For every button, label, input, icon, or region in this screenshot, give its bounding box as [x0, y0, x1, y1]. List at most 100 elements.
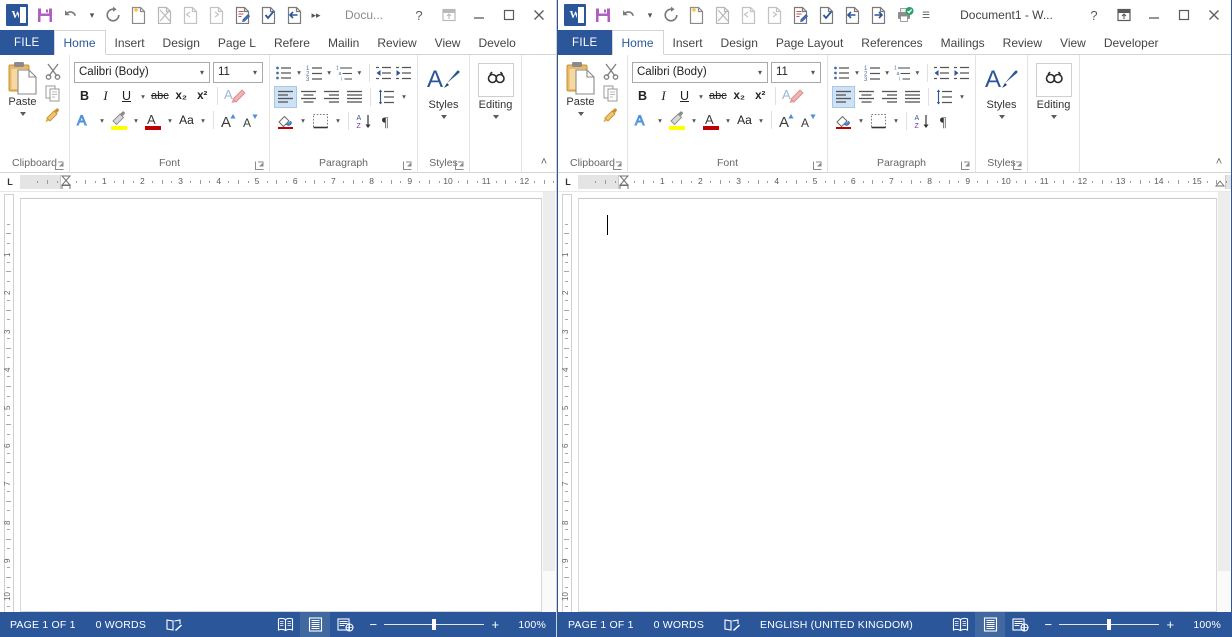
paste-dropdown-icon[interactable]: [19, 112, 26, 116]
text-highlight-button[interactable]: [108, 109, 130, 131]
bullets-button[interactable]: [274, 62, 294, 84]
align-left-button[interactable]: [274, 85, 297, 108]
web-layout-icon[interactable]: [1005, 612, 1035, 637]
text-highlight-button[interactable]: [666, 109, 688, 131]
underline-dropdown-icon[interactable]: ▾: [695, 85, 707, 107]
text-effects-button[interactable]: A: [632, 109, 654, 131]
print-layout-icon[interactable]: [300, 612, 331, 637]
tab-mailings[interactable]: Mailings: [932, 30, 994, 55]
change-case-button[interactable]: Aa: [176, 109, 197, 131]
font-size-input[interactable]: 11 ▾: [213, 61, 263, 83]
decrease-indent-button[interactable]: [931, 62, 951, 84]
shrink-font-button[interactable]: A: [240, 109, 262, 131]
close-icon[interactable]: [1199, 1, 1229, 29]
font-dialog-launcher[interactable]: [812, 160, 823, 171]
clear-formatting-button[interactable]: A: [222, 85, 248, 107]
qat-undo-typing-icon[interactable]: [736, 3, 762, 27]
vertical-scrollbar[interactable]: [1217, 192, 1231, 612]
collapse-ribbon-button[interactable]: ˄: [1211, 154, 1227, 170]
qat-undo-icon[interactable]: [58, 3, 84, 27]
bold-button[interactable]: B: [632, 85, 653, 107]
underline-dropdown-icon[interactable]: ▾: [137, 85, 149, 107]
editing-dropdown-icon[interactable]: [492, 115, 499, 119]
qat-export-icon[interactable]: [866, 3, 892, 27]
tab-references[interactable]: References: [852, 30, 931, 55]
underline-button[interactable]: U: [116, 85, 137, 107]
sort-button[interactable]: AZ: [353, 110, 376, 132]
zoom-slider-track[interactable]: [384, 619, 485, 630]
align-right-button[interactable]: [878, 86, 901, 108]
increase-indent-button[interactable]: [393, 62, 413, 84]
zoom-out-button[interactable]: −: [368, 617, 378, 632]
document-page[interactable]: [578, 198, 1217, 612]
shading-button[interactable]: [274, 110, 297, 132]
paste-button[interactable]: Paste: [562, 59, 599, 155]
numbering-dropdown-icon[interactable]: ▾: [324, 62, 334, 84]
borders-button[interactable]: [867, 110, 890, 132]
bold-button[interactable]: B: [74, 85, 95, 107]
font-size-dropdown-icon[interactable]: ▾: [806, 63, 820, 82]
maximize-restore-icon[interactable]: [494, 1, 524, 29]
qat-redo-icon[interactable]: [658, 3, 684, 27]
styles-button[interactable]: A Styles: [422, 59, 465, 155]
shading-dropdown-icon[interactable]: ▾: [855, 110, 867, 132]
horizontal-ruler[interactable]: 1 2 3 4 5 6 7 8 9 10 11 12 13 14 15: [578, 175, 1231, 189]
qat-cut-icon[interactable]: [710, 3, 736, 27]
vertical-ruler[interactable]: 1 2 3 4 5 6 7 8 9 10: [558, 192, 576, 612]
scrollbar-thumb[interactable]: [543, 192, 555, 572]
ribbon-display-options-icon[interactable]: [1109, 1, 1139, 29]
line-spacing-button[interactable]: [375, 86, 398, 108]
font-color-dropdown-icon[interactable]: ▾: [164, 109, 176, 131]
tab-review[interactable]: Review: [994, 30, 1051, 55]
grow-font-button[interactable]: A: [776, 109, 798, 131]
underline-button[interactable]: U: [674, 85, 695, 107]
format-painter-button[interactable]: [599, 105, 623, 125]
indent-marker-left[interactable]: [60, 175, 72, 189]
qat-overflow-icon[interactable]: ☰: [918, 3, 934, 27]
qat-import-icon[interactable]: [282, 3, 308, 27]
word-count[interactable]: 0 WORDS: [644, 612, 714, 637]
styles-dialog-launcher[interactable]: [454, 160, 465, 171]
qat-redo-typing-icon[interactable]: [762, 3, 788, 27]
tab-design[interactable]: Design: [154, 30, 209, 55]
font-name-dropdown-icon[interactable]: ▾: [753, 63, 767, 82]
multilevel-list-button[interactable]: 1ai: [892, 62, 912, 84]
bullets-dropdown-icon[interactable]: ▾: [294, 62, 304, 84]
read-mode-icon[interactable]: [945, 612, 975, 637]
tab-stop-selector[interactable]: L: [0, 173, 20, 192]
text-highlight-dropdown-icon[interactable]: ▾: [688, 109, 700, 131]
undo-dropdown-icon[interactable]: ▾: [84, 3, 100, 27]
shading-button[interactable]: [832, 110, 855, 132]
indent-marker-left[interactable]: [618, 175, 630, 189]
line-spacing-dropdown-icon[interactable]: ▾: [956, 86, 968, 108]
page-indicator[interactable]: PAGE 1 OF 1: [0, 612, 86, 637]
zoom-percentage[interactable]: 100%: [508, 612, 556, 637]
show-formatting-marks-button[interactable]: ¶: [934, 110, 957, 132]
tab-insert[interactable]: Insert: [664, 30, 712, 55]
help-icon[interactable]: ?: [404, 1, 434, 29]
cut-button[interactable]: [599, 61, 623, 81]
editing-button[interactable]: Editing: [474, 59, 517, 155]
read-mode-icon[interactable]: [270, 612, 300, 637]
close-icon[interactable]: [524, 1, 554, 29]
qat-new-document-icon[interactable]: [126, 3, 152, 27]
text-highlight-dropdown-icon[interactable]: ▾: [130, 109, 142, 131]
zoom-percentage[interactable]: 100%: [1183, 612, 1231, 637]
shading-dropdown-icon[interactable]: ▾: [297, 110, 309, 132]
styles-dropdown-icon[interactable]: [998, 115, 1005, 119]
numbering-button[interactable]: 123: [304, 62, 324, 84]
subscript-button[interactable]: x₂: [729, 85, 750, 107]
strikethrough-button[interactable]: abc: [149, 85, 171, 107]
font-name-input[interactable]: Calibri (Body) ▾: [74, 61, 210, 83]
tab-view[interactable]: View: [1051, 30, 1095, 55]
font-size-input[interactable]: 11 ▾: [771, 61, 821, 83]
multilevel-list-dropdown-icon[interactable]: ▾: [912, 62, 922, 84]
paste-button[interactable]: Paste: [4, 59, 41, 155]
tab-insert[interactable]: Insert: [106, 30, 154, 55]
qat-overflow-icon[interactable]: ▸▸: [308, 3, 324, 27]
copy-button[interactable]: [599, 83, 623, 103]
vertical-ruler[interactable]: 1 2 3 4 5 6 7 8 9 10: [0, 192, 18, 612]
paragraph-dialog-launcher[interactable]: [402, 160, 413, 171]
cut-button[interactable]: [41, 61, 65, 81]
change-case-dropdown-icon[interactable]: ▾: [197, 109, 209, 131]
